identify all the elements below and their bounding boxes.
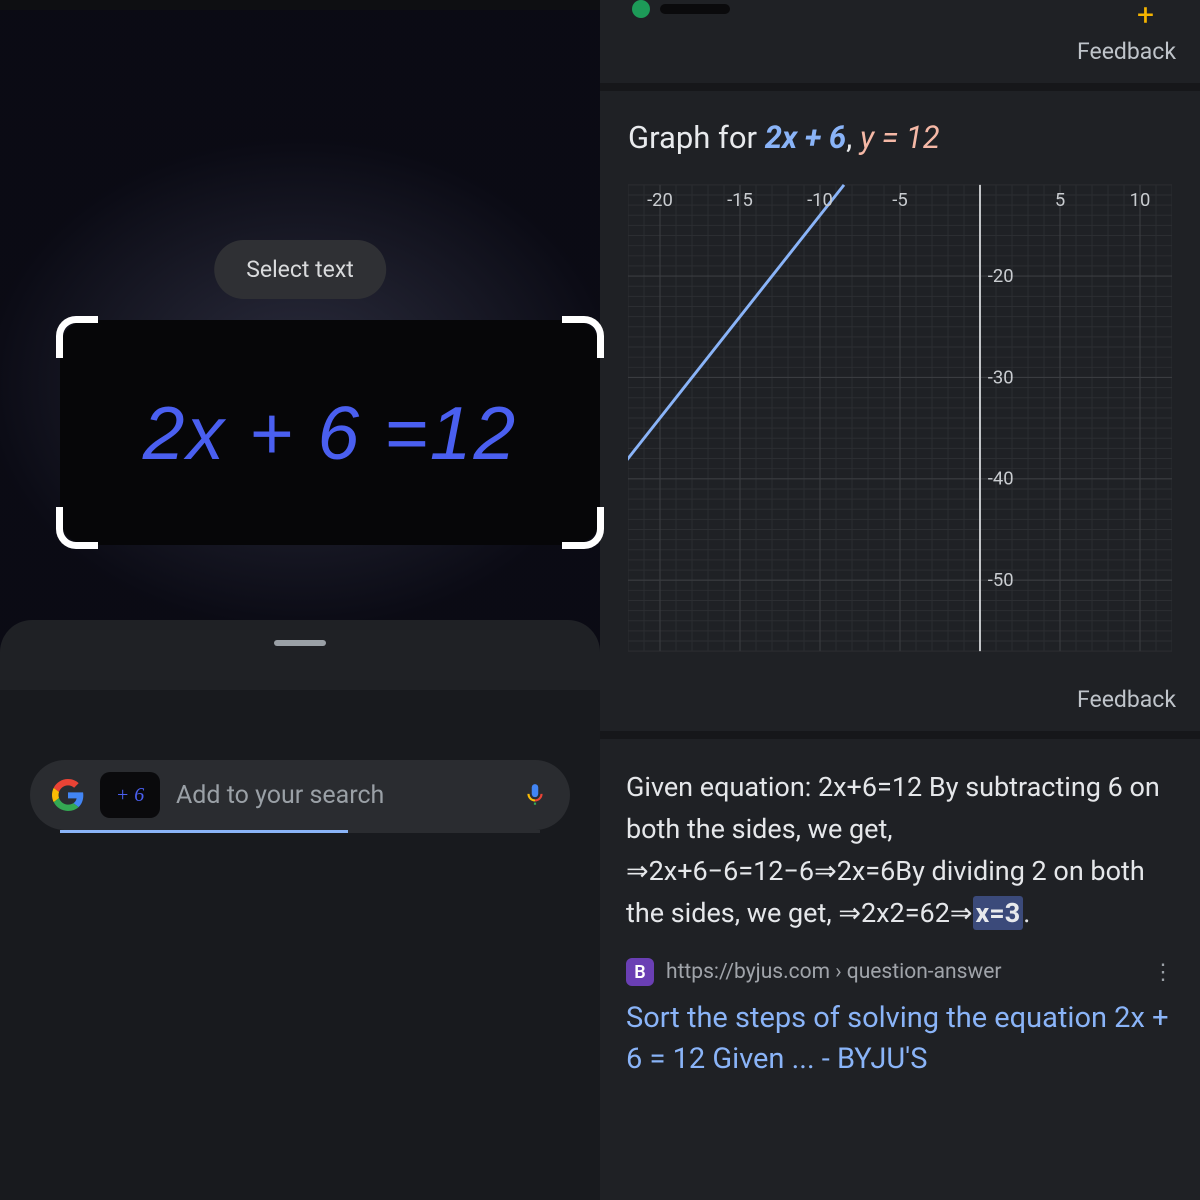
- avatar-icon: [632, 0, 650, 18]
- bottom-sheet[interactable]: [0, 620, 600, 690]
- crop-handle-bl[interactable]: [56, 507, 98, 549]
- snippet-post: .: [1023, 897, 1030, 929]
- svg-text:-5: -5: [892, 189, 907, 211]
- result-title-link[interactable]: Sort the steps of solving the equation 2…: [626, 998, 1174, 1079]
- captured-image: 2x + 6 =12: [60, 320, 600, 545]
- search-image-thumbnail[interactable]: + 6: [100, 772, 160, 818]
- top-divider: [0, 0, 600, 10]
- crop-handle-tl[interactable]: [56, 316, 98, 358]
- snippet-answer-highlight: x=3: [973, 896, 1024, 930]
- graph-card: Graph for 2x + 6, y = 12 -20-15-10-5510-…: [600, 91, 1200, 668]
- search-input[interactable]: Add to your search: [176, 781, 506, 810]
- graph-title-prefix: Graph for: [628, 119, 765, 156]
- site-favicon-icon: B: [626, 958, 654, 986]
- svg-text:-15: -15: [727, 189, 753, 211]
- graph-plot[interactable]: -20 -15 -10 -5 5 10 -20 -30 -40 -50: [628, 178, 1172, 658]
- select-text-button[interactable]: Select text: [214, 240, 386, 299]
- plus-icon[interactable]: +: [1137, 0, 1154, 33]
- drag-handle-icon[interactable]: [274, 640, 326, 646]
- svg-text:-50: -50: [988, 569, 1014, 591]
- crop-handle-br[interactable]: [562, 507, 604, 549]
- svg-text:10: 10: [1130, 189, 1151, 211]
- svg-text:-40: -40: [988, 468, 1014, 490]
- svg-text:-20: -20: [988, 265, 1014, 287]
- featured-snippet: Given equation: 2x+6=12 By subtracting 6…: [600, 739, 1200, 1080]
- svg-text:-20: -20: [647, 189, 673, 211]
- crop-handle-tr[interactable]: [562, 316, 604, 358]
- result-card-partial: +: [600, 0, 1200, 20]
- source-row: B https://byjus.com › question-answer ⋮: [626, 958, 1174, 986]
- search-bar[interactable]: + 6 Add to your search: [30, 760, 570, 830]
- feedback-link[interactable]: Feedback: [600, 20, 1200, 83]
- snippet-pre: Given equation: 2x+6=12 By subtracting 6…: [626, 771, 1160, 929]
- graph-comma: ,: [846, 119, 860, 156]
- camera-viewport: Select text 2x + 6 =12: [0, 10, 600, 690]
- section-divider: [600, 83, 1200, 91]
- source-url: https://byjus.com › question-answer: [666, 960, 1002, 984]
- google-logo-icon: [52, 779, 84, 811]
- loading-progress: [60, 830, 540, 833]
- graph-title: Graph for 2x + 6, y = 12: [628, 119, 1172, 156]
- microphone-icon[interactable]: [522, 782, 548, 808]
- svg-text:-10: -10: [807, 189, 833, 211]
- snippet-text: Given equation: 2x+6=12 By subtracting 6…: [626, 767, 1174, 934]
- lens-capture-panel: Select text 2x + 6 =12: [0, 0, 600, 1200]
- section-divider: [600, 731, 1200, 739]
- search-results-panel: + Feedback Graph for 2x + 6, y = 12 -20-…: [600, 0, 1200, 1200]
- graph-expression: 2x + 6: [765, 119, 846, 156]
- more-options-icon[interactable]: ⋮: [1152, 960, 1174, 985]
- feedback-link[interactable]: Feedback: [600, 668, 1200, 731]
- svg-text:5: 5: [1055, 189, 1065, 211]
- crop-frame[interactable]: 2x + 6 =12: [60, 320, 600, 545]
- handwritten-equation: 2x + 6 =12: [143, 390, 517, 476]
- svg-text:-30: -30: [988, 366, 1014, 388]
- thumbnail-chip: [660, 4, 730, 14]
- graph-y-value: y = 12: [860, 119, 940, 156]
